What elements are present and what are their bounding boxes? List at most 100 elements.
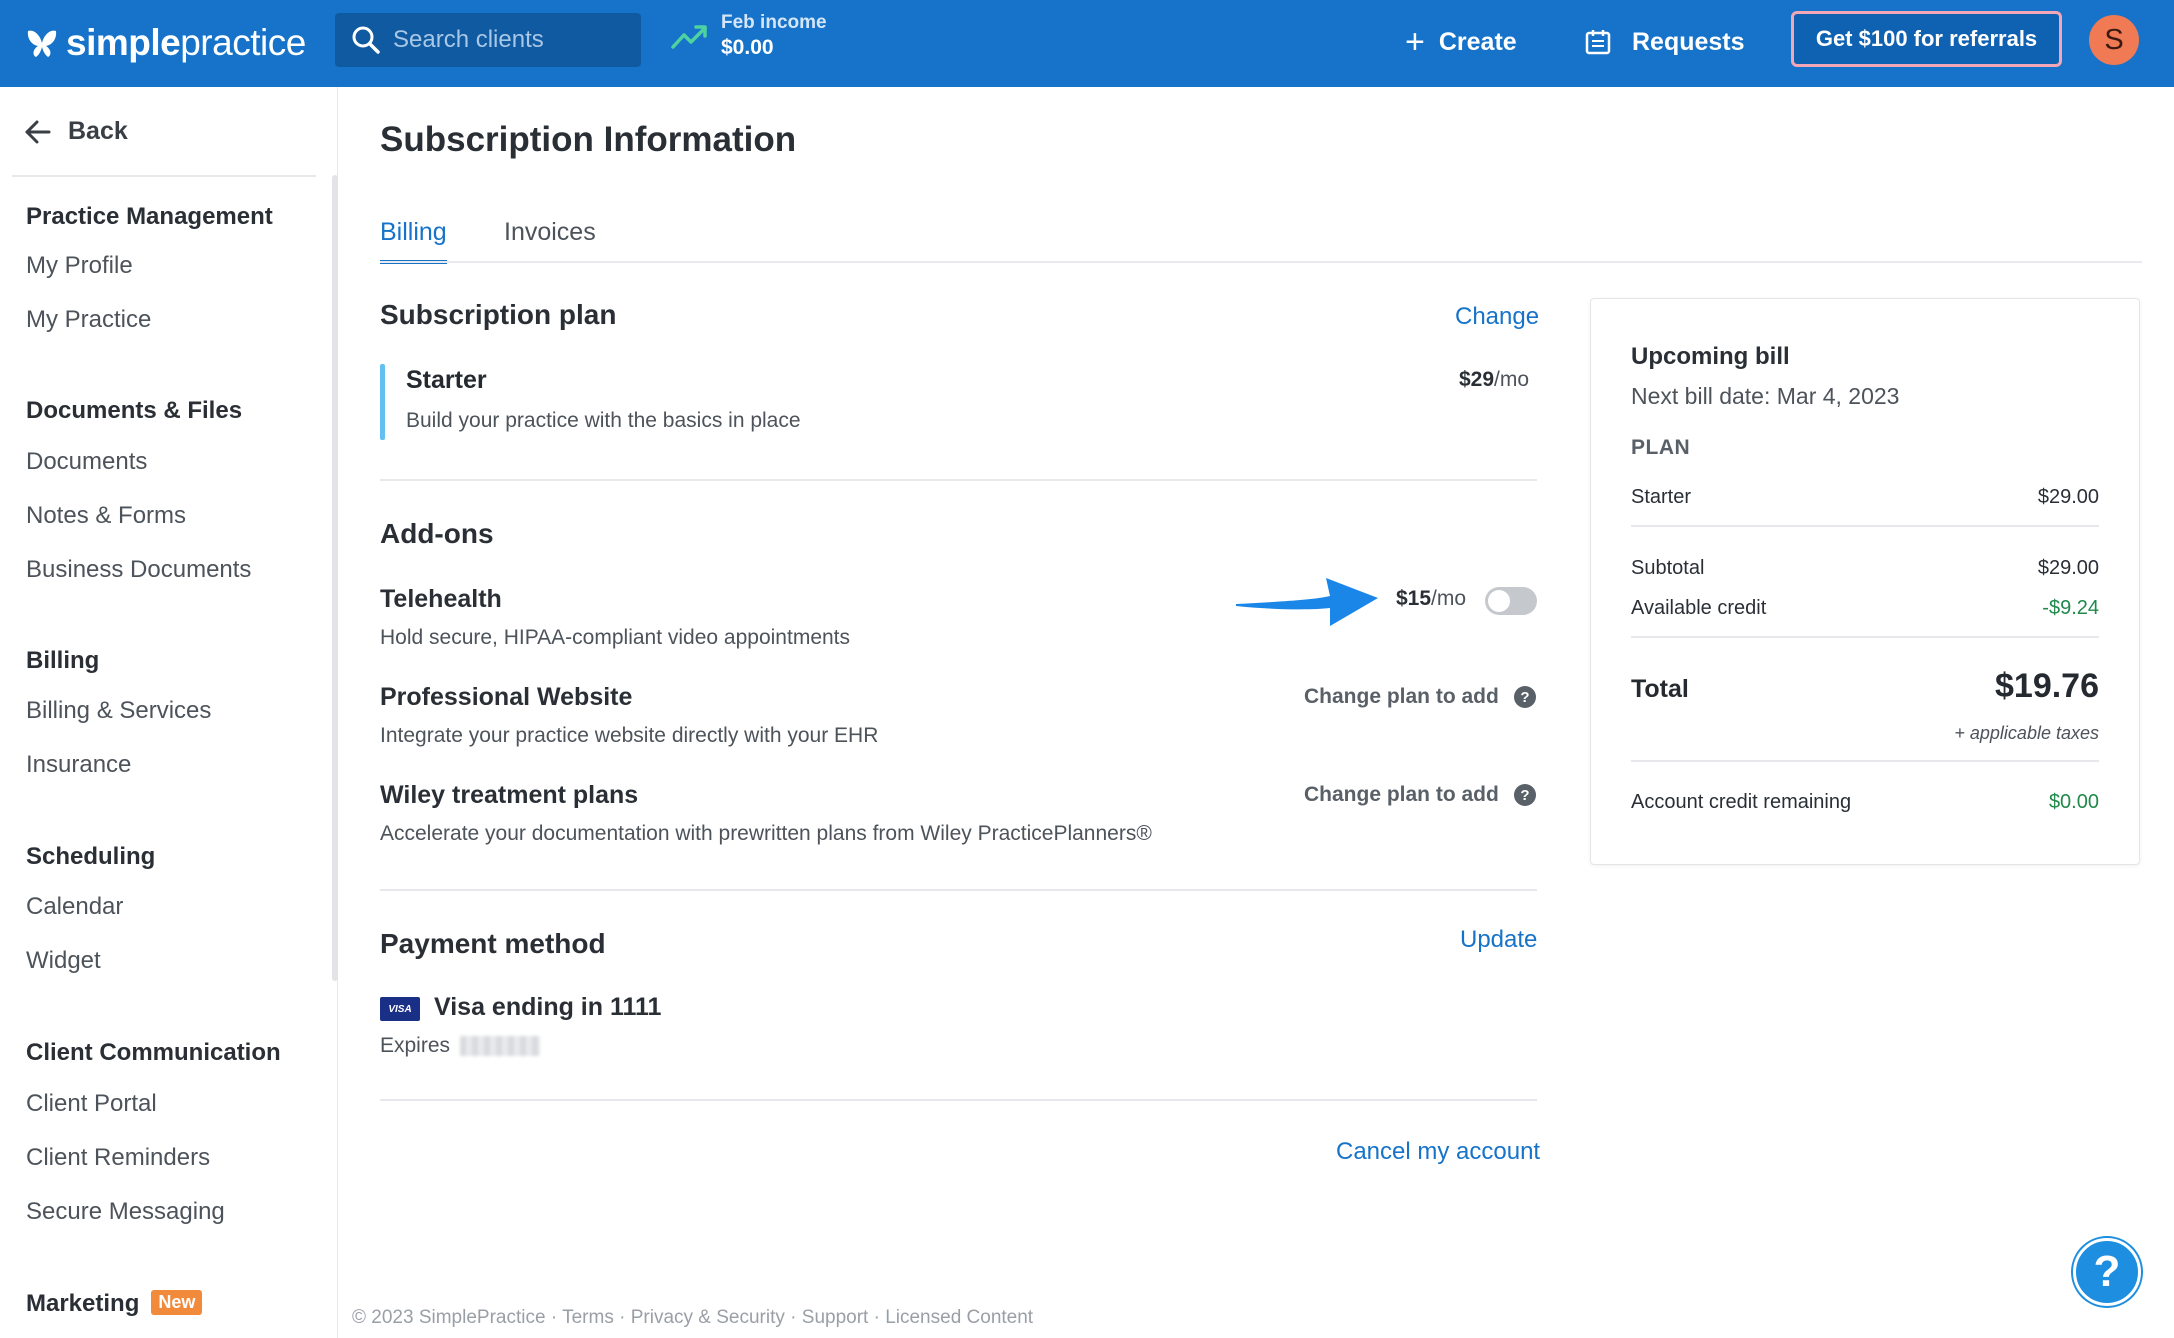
question-icon[interactable]: ? — [1514, 686, 1536, 708]
applicable-taxes-note: + applicable taxes — [1954, 723, 2099, 743]
change-plan-link[interactable]: Change — [1455, 303, 1539, 331]
sidebar-section-practice-management: Practice Management — [26, 203, 273, 230]
sidebar-item-business-documents[interactable]: Business Documents — [26, 556, 251, 584]
sidebar-item-client-reminders[interactable]: Client Reminders — [26, 1144, 210, 1172]
upcoming-bill-card: Upcoming bill Next bill date: Mar 4, 202… — [1590, 298, 2140, 865]
footer-copyright: © 2023 SimplePractice — [352, 1307, 546, 1328]
footer-link-licensed-content[interactable]: Licensed Content — [885, 1307, 1033, 1328]
addon-website-desc: Integrate your practice website directly… — [380, 724, 879, 747]
plus-icon: + — [1405, 23, 1425, 61]
bill-plan-amount: $29.00 — [2037, 486, 2099, 508]
payment-method-heading: Payment method — [380, 928, 606, 959]
sidebar-section-marketing[interactable]: Marketing New — [26, 1290, 203, 1318]
toggle-knob — [1488, 590, 1510, 612]
divider — [380, 1099, 1537, 1101]
new-badge: New — [151, 1290, 203, 1315]
addon-telehealth-desc: Hold secure, HIPAA-compliant video appoi… — [380, 626, 851, 649]
back-button[interactable]: Back — [24, 117, 128, 146]
sidebar-section-billing: Billing — [26, 647, 100, 674]
logo-text-bold: simple — [66, 22, 181, 63]
logo-text-light: practice — [180, 22, 306, 63]
calendar-icon — [1585, 30, 1611, 55]
addons-heading: Add-ons — [380, 518, 494, 549]
plan-section-label: PLAN — [1631, 436, 1691, 459]
sidebar: Back Practice Management My Profile My P… — [0, 87, 338, 1338]
create-button[interactable]: + Create — [1405, 22, 1517, 62]
divider — [1631, 525, 2099, 527]
addon-wiley-desc: Accelerate your documentation with prewr… — [380, 822, 1152, 845]
blue-arrow-icon — [1236, 578, 1378, 626]
footer-link-terms[interactable]: Terms — [562, 1307, 614, 1328]
available-credit-label: Available credit — [1631, 597, 1767, 619]
cancel-account-link[interactable]: Cancel my account — [1336, 1138, 1540, 1166]
subtotal-label: Subtotal — [1631, 557, 1705, 579]
arrow-left-icon — [25, 120, 51, 143]
telehealth-price-value: $15 — [1396, 587, 1432, 610]
available-credit-amount: -$9.24 — [2042, 597, 2099, 619]
simplepractice-logo[interactable]: simplepractice — [24, 16, 306, 70]
income-widget[interactable]: Feb income $0.00 — [671, 12, 827, 60]
addon-telehealth-name: Telehealth — [380, 585, 502, 613]
search-input[interactable] — [393, 26, 633, 54]
plan-name: Starter — [406, 366, 487, 394]
top-navbar: simplepractice Feb income $0.00 + Create — [0, 0, 2174, 87]
plan-description: Build your practice with the basics in p… — [406, 409, 801, 432]
plan-price-value: $29 — [1459, 368, 1495, 391]
sidebar-item-my-profile[interactable]: My Profile — [26, 252, 133, 280]
addon-wiley-name: Wiley treatment plans — [380, 781, 639, 809]
logo-butterfly-icon — [27, 30, 57, 57]
sidebar-item-client-portal[interactable]: Client Portal — [26, 1090, 157, 1118]
sidebar-item-calendar[interactable]: Calendar — [26, 893, 123, 921]
income-label: Feb income — [721, 12, 827, 33]
question-icon[interactable]: ? — [1514, 784, 1536, 806]
upcoming-bill-title: Upcoming bill — [1631, 343, 1790, 370]
page-title: Subscription Information — [380, 120, 797, 159]
card-description: Visa ending in 1111 — [434, 993, 662, 1021]
sidebar-item-documents[interactable]: Documents — [26, 448, 147, 476]
footer-link-support[interactable]: Support — [802, 1307, 869, 1328]
telehealth-toggle[interactable] — [1485, 587, 1537, 615]
plan-price: $29/mo — [1459, 368, 1529, 392]
plan-accent-bar — [380, 364, 385, 440]
visa-card-icon: VISA — [380, 997, 420, 1021]
sidebar-section-documents-files: Documents & Files — [26, 397, 243, 424]
sidebar-item-notes-forms[interactable]: Notes & Forms — [26, 502, 186, 530]
subscription-plan-heading: Subscription plan — [380, 299, 617, 330]
bill-plan-name: Starter — [1631, 486, 1692, 508]
trend-up-icon — [671, 25, 707, 49]
help-button[interactable]: ? — [2073, 1238, 2141, 1306]
sidebar-section-marketing-label: Marketing — [26, 1290, 140, 1317]
wiley-change-plan-text: Change plan to add — [1304, 783, 1499, 806]
update-payment-link[interactable]: Update — [1460, 926, 1537, 954]
sidebar-scrollbar[interactable] — [332, 175, 338, 981]
back-label: Back — [68, 117, 128, 145]
footer-link-privacy[interactable]: Privacy & Security — [631, 1307, 785, 1328]
addon-website-name: Professional Website — [380, 683, 633, 711]
sidebar-item-my-practice[interactable]: My Practice — [26, 306, 151, 334]
divider — [1631, 636, 2099, 638]
expires-label: Expires — [380, 1034, 451, 1057]
telehealth-price: $15/mo — [1396, 587, 1466, 611]
plan-price-period: /mo — [1494, 368, 1530, 391]
sidebar-item-insurance[interactable]: Insurance — [26, 751, 131, 779]
credit-remaining-amount: $0.00 — [2048, 791, 2099, 813]
credit-remaining-label: Account credit remaining — [1631, 791, 1852, 813]
search-box[interactable] — [335, 13, 641, 67]
tabs-divider — [380, 261, 2142, 263]
tab-billing[interactable]: Billing — [380, 218, 447, 264]
redacted-expiry — [460, 1036, 540, 1056]
website-change-plan-text: Change plan to add — [1304, 685, 1499, 708]
divider — [1631, 760, 2099, 762]
divider — [380, 479, 1537, 481]
avatar[interactable]: S — [2089, 15, 2139, 65]
requests-button[interactable]: Requests — [1584, 22, 1745, 62]
tab-invoices[interactable]: Invoices — [504, 218, 596, 260]
sidebar-item-secure-messaging[interactable]: Secure Messaging — [26, 1198, 225, 1226]
total-amount: $19.76 — [1995, 667, 2099, 705]
sidebar-item-billing-services[interactable]: Billing & Services — [26, 697, 211, 725]
sidebar-section-client-communication: Client Communication — [26, 1039, 281, 1066]
sidebar-item-widget[interactable]: Widget — [26, 947, 101, 975]
referral-button[interactable]: Get $100 for referrals — [1791, 11, 2062, 67]
income-value: $0.00 — [721, 36, 774, 59]
search-icon — [352, 26, 380, 54]
